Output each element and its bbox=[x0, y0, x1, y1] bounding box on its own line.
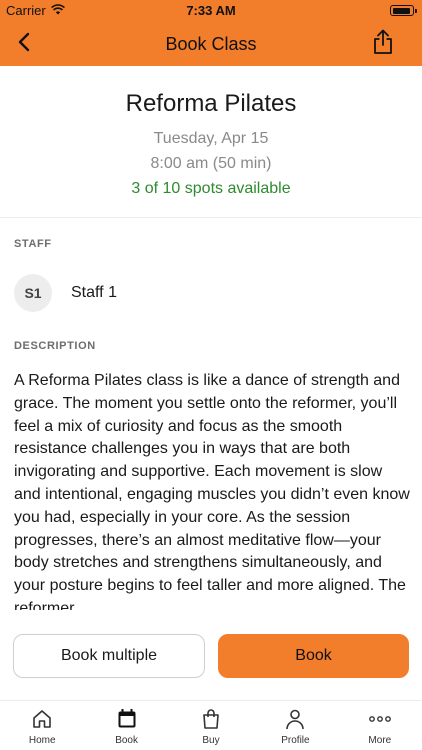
person-icon bbox=[283, 707, 307, 731]
nav-bar: Book Class bbox=[0, 22, 422, 66]
spots-available: 3 of 10 spots available bbox=[131, 180, 291, 197]
tab-more[interactable]: More bbox=[338, 701, 422, 750]
page-title: Book Class bbox=[165, 34, 257, 54]
class-name: Reforma Pilates bbox=[125, 90, 297, 117]
status-bar: Carrier 7:33 AM bbox=[0, 0, 422, 22]
share-button[interactable] bbox=[368, 28, 398, 60]
description-section-label: DESCRIPTION bbox=[14, 340, 96, 352]
tab-label: More bbox=[368, 735, 392, 746]
battery-icon bbox=[390, 5, 417, 16]
tab-label: Profile bbox=[281, 735, 310, 746]
action-bar: Book multiple Book bbox=[0, 622, 422, 688]
share-icon bbox=[372, 29, 394, 60]
tab-bar: Home Book Buy Profile More bbox=[0, 700, 422, 750]
staff-section-label: STAFF bbox=[14, 238, 52, 250]
status-time: 7:33 AM bbox=[186, 3, 236, 18]
class-date: Tuesday, Apr 15 bbox=[153, 130, 269, 147]
tab-buy[interactable]: Buy bbox=[169, 701, 253, 750]
tab-home[interactable]: Home bbox=[0, 701, 84, 750]
tab-book[interactable]: Book bbox=[84, 701, 168, 750]
shopping-bag-icon bbox=[199, 707, 223, 731]
tab-label: Buy bbox=[202, 735, 220, 746]
staff-name: Staff 1 bbox=[71, 284, 117, 301]
tab-label: Book bbox=[115, 735, 138, 746]
tab-label: Home bbox=[28, 735, 56, 746]
more-dots-icon bbox=[368, 707, 392, 731]
class-time: 8:00 am (50 min) bbox=[150, 155, 272, 172]
staff-row[interactable]: S1 Staff 1 bbox=[14, 274, 117, 312]
tab-profile[interactable]: Profile bbox=[253, 701, 337, 750]
class-header: Reforma Pilates Tuesday, Apr 15 8:00 am … bbox=[0, 66, 422, 218]
home-icon bbox=[30, 707, 54, 731]
avatar: S1 bbox=[14, 274, 52, 312]
calendar-icon bbox=[115, 707, 139, 731]
class-description: A Reforma Pilates class is like a dance … bbox=[14, 372, 410, 610]
book-button[interactable]: Book bbox=[218, 634, 409, 678]
book-multiple-button[interactable]: Book multiple bbox=[13, 634, 205, 678]
